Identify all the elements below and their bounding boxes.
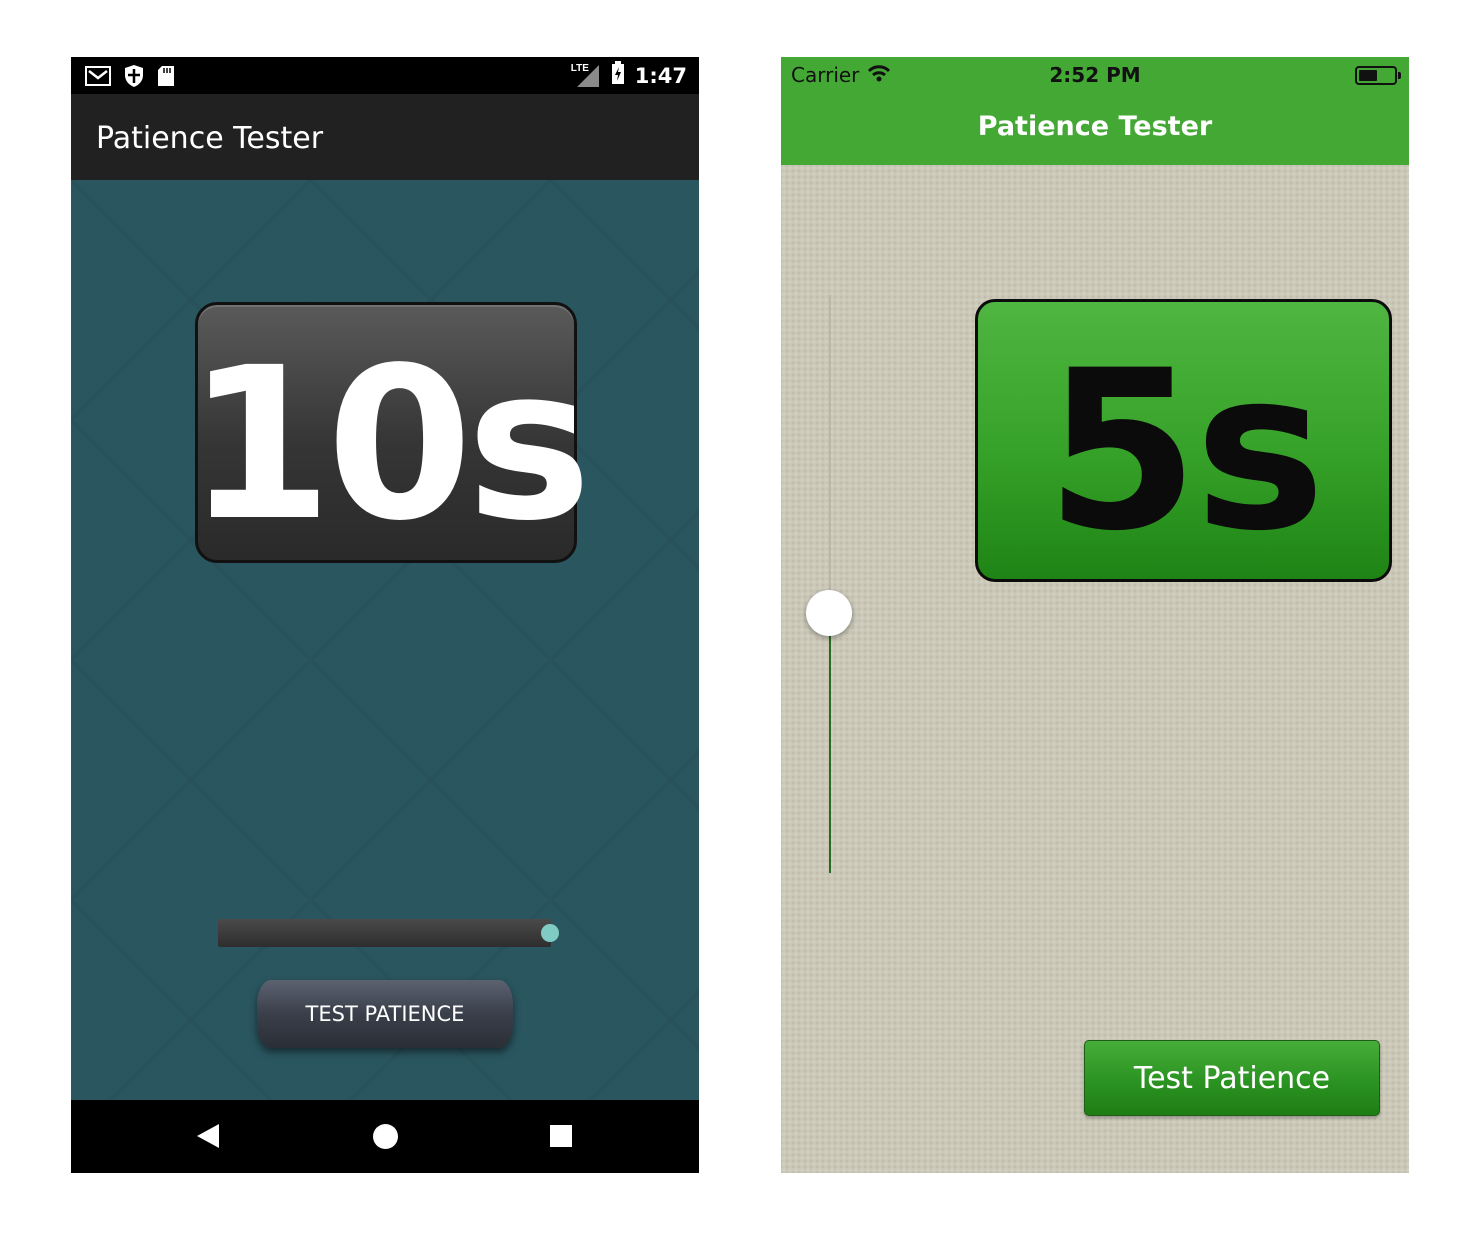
android-app-title: Patience Tester	[96, 121, 324, 156]
recents-icon[interactable]	[550, 1125, 572, 1147]
ios-test-patience-button[interactable]: Test Patience	[1084, 1040, 1380, 1116]
ios-timer-display: 5s	[975, 299, 1392, 582]
ios-slider-track-min[interactable]	[829, 613, 831, 873]
ios-slider-track-max[interactable]	[829, 295, 831, 610]
android-screen: LTE 1:47 Patience Tester 10s TEST PATIEN…	[71, 57, 699, 1173]
gmail-icon	[85, 65, 111, 92]
battery-icon	[1355, 66, 1401, 85]
sd-card-icon	[157, 65, 175, 92]
ios-status-time: 2:52 PM	[1049, 63, 1141, 87]
ios-header: Carrier 2:52 PM Patience Tester	[781, 57, 1409, 165]
android-slider-thumb[interactable]	[541, 924, 559, 942]
shield-icon	[123, 64, 145, 93]
android-app-bar: Patience Tester	[71, 94, 699, 180]
android-content: 10s TEST PATIENCE	[71, 180, 699, 1100]
android-status-bar: LTE 1:47	[71, 57, 699, 94]
ios-screen: Carrier 2:52 PM Patience Tester 5s Test …	[781, 57, 1409, 1173]
android-status-time: 1:47	[634, 63, 687, 88]
home-icon[interactable]	[373, 1124, 398, 1149]
battery-charging-icon	[611, 61, 625, 90]
signal-icon: LTE	[571, 63, 601, 89]
android-nav-bar	[71, 1100, 699, 1173]
ios-nav-title: Patience Tester	[977, 111, 1213, 142]
ios-slider-thumb[interactable]	[806, 590, 852, 636]
android-timer-display: 10s	[186, 302, 592, 563]
android-slider-track[interactable]	[218, 919, 551, 947]
android-timer-value: 10s	[186, 321, 591, 567]
back-icon[interactable]	[197, 1124, 219, 1148]
android-test-patience-button[interactable]: TEST PATIENCE	[257, 980, 513, 1048]
ios-timer-value: 5s	[1045, 322, 1325, 579]
